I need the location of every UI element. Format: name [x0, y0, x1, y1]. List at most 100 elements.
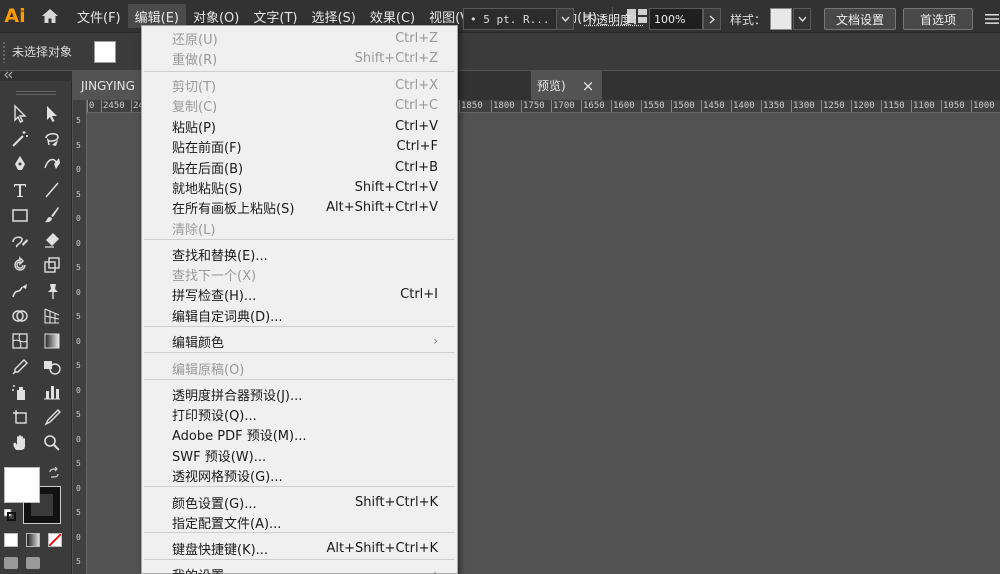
hand-tool[interactable] [4, 430, 36, 455]
opacity-label[interactable]: 不透明度： [584, 11, 644, 28]
default-fill-stroke-icon[interactable] [4, 509, 16, 521]
lasso-tool[interactable] [36, 126, 68, 151]
rectangle-tool[interactable] [4, 202, 36, 227]
pen-tool[interactable] [4, 152, 36, 177]
selection-tool[interactable] [4, 101, 36, 126]
document-setup-button[interactable]: 文档设置 [824, 8, 896, 30]
scale-tool[interactable] [36, 253, 68, 278]
edit-menu-item[interactable]: 贴在后面(B) Ctrl+B [142, 157, 457, 177]
toolbar-grip[interactable] [15, 91, 56, 95]
edit-menu-item[interactable]: 键盘快捷键(K)... Alt+Shift+Ctrl+K [142, 538, 457, 558]
menu-icon [985, 14, 999, 24]
magic-wand-tool[interactable] [4, 126, 36, 151]
edit-menu-item[interactable]: 粘贴(P) Ctrl+V [142, 116, 457, 136]
panel-grip[interactable] [2, 40, 6, 63]
warp-tool[interactable] [4, 278, 36, 303]
edit-menu-item[interactable]: 透明度拼合器预设(J)... [142, 384, 457, 404]
blend-tool[interactable] [36, 354, 68, 379]
edit-menu-item[interactable]: 我的设置 › [142, 564, 457, 574]
edit-menu-item[interactable]: 编辑原稿(O) [142, 358, 457, 378]
edit-menu-item[interactable]: 剪切(T) Ctrl+X [142, 75, 457, 95]
curvature-tool[interactable] [36, 152, 68, 177]
ruler-tick-label: 1750 [521, 100, 545, 112]
ruler-tick-label: 1450 [701, 100, 725, 112]
ruler-tick-label: 5 [76, 557, 81, 566]
edit-menu-item[interactable]: 查找和替换(E)... [142, 244, 457, 264]
edit-menu-item[interactable]: SWF 预设(W)... [142, 445, 457, 465]
menu-item-shortcut: Ctrl+Z [395, 30, 438, 46]
fill-color-box[interactable] [4, 467, 40, 503]
edit-menu-item[interactable]: 查找下一个(X) [142, 264, 457, 284]
ruler-tick-label: 5 [76, 361, 81, 370]
edit-menu-item[interactable]: 就地粘贴(S) Shift+Ctrl+V [142, 177, 457, 197]
type-tool[interactable] [4, 177, 36, 202]
gradient-tool[interactable] [36, 329, 68, 354]
shape-builder-tool[interactable] [4, 303, 36, 328]
paintbrush-tool[interactable] [36, 202, 68, 227]
edit-menu-item[interactable]: 指定配置文件(A)... [142, 512, 457, 532]
vertical-ruler[interactable]: 5 5 0 5 0 0 5 0 5 0 5 0 5 0 5 0 5 0 5 [73, 100, 87, 574]
edit-menu-item[interactable]: 复制(C) Ctrl+C [142, 95, 457, 115]
eyedropper-tool[interactable] [4, 354, 36, 379]
ruler-tick-label: 5 [76, 410, 81, 419]
chevron-right-icon: › [433, 334, 438, 348]
menu-item-label: 编辑原稿(O) [172, 362, 245, 378]
opacity-expand-button[interactable] [703, 8, 721, 30]
slice-tool[interactable] [36, 405, 68, 430]
edit-menu-item[interactable]: 清除(L) [142, 218, 457, 238]
edit-menu-item[interactable]: 还原(U) Ctrl+Z [142, 28, 457, 48]
column-graph-tool[interactable] [36, 379, 68, 404]
home-button[interactable] [30, 0, 70, 32]
toolbar-header[interactable] [0, 71, 72, 81]
fill-stroke-widget [4, 467, 68, 527]
rotate-tool[interactable] [4, 253, 36, 278]
edit-menu-item[interactable]: 透视网格预设(G)... [142, 465, 457, 485]
ruler-tick-label: 1700 [551, 100, 575, 112]
edit-menu-item[interactable]: 打印预设(Q)... [142, 404, 457, 424]
line-segment-tool[interactable] [36, 177, 68, 202]
direct-selection-arrow-icon [47, 105, 57, 122]
ruler-tick-label: 1000 [971, 100, 995, 112]
edit-menu-item[interactable]: 拼写检查(H)... Ctrl+I [142, 284, 457, 304]
draw-normal-button[interactable] [4, 557, 18, 569]
edit-menu-item[interactable]: 贴在前面(F) Ctrl+F [142, 136, 457, 156]
swap-fill-stroke-icon[interactable] [48, 467, 60, 479]
edit-menu-item[interactable]: 颜色设置(G)... Shift+Ctrl+K [142, 492, 457, 512]
symbol-sprayer-tool[interactable] [4, 379, 36, 404]
menu-file[interactable]: 文件(F) [70, 0, 128, 32]
eraser-tool[interactable] [36, 227, 68, 252]
menu-separator [144, 559, 455, 560]
edit-menu-item[interactable]: 重做(R) Shift+Ctrl+Z [142, 48, 457, 68]
gradient-mode-button[interactable] [26, 533, 40, 547]
perspective-grid-tool[interactable] [36, 303, 68, 328]
preferences-button[interactable]: 首选项 [903, 8, 973, 30]
opacity-input[interactable]: 100% [649, 8, 703, 30]
menu-item-label: 键盘快捷键(K)... [172, 542, 269, 558]
menu-item-label: 查找和替换(E)... [172, 248, 268, 264]
direct-selection-tool[interactable] [36, 101, 68, 126]
close-icon[interactable]: × [582, 77, 595, 95]
gradient-icon [44, 333, 60, 349]
pen-icon [15, 156, 25, 171]
edit-menu-dropdown: 还原(U) Ctrl+Z 重做(R) Shift+Ctrl+Z 剪切(T) Ctrl+X 复… [141, 25, 458, 574]
style-dropdown-button[interactable] [793, 8, 811, 30]
artboard-tool[interactable] [4, 405, 36, 430]
document-tab-tail[interactable]: 预览) × [531, 71, 603, 100]
graphic-style-swatch[interactable] [770, 8, 792, 30]
screen-mode-button[interactable] [26, 557, 40, 569]
edit-menu-item[interactable]: 编辑自定词典(D)... [142, 305, 457, 325]
edit-menu-item[interactable]: Adobe PDF 预设(M)... [142, 424, 457, 444]
fill-color-swatch[interactable] [94, 40, 117, 63]
none-mode-button[interactable] [48, 533, 62, 547]
shaper-tool[interactable] [4, 227, 36, 252]
menu-separator [144, 71, 455, 72]
zoom-tool[interactable] [36, 430, 68, 455]
edit-menu-item[interactable]: 在所有画板上粘贴(S) Alt+Shift+Ctrl+V [142, 197, 457, 217]
document-tab[interactable]: JINGYING [73, 71, 147, 100]
edit-menu-item[interactable]: 编辑颜色 › [142, 331, 457, 351]
stroke-dropdown-button[interactable] [556, 8, 574, 30]
color-mode-button[interactable] [4, 533, 18, 547]
puppet-warp-tool[interactable] [36, 278, 68, 303]
mesh-tool[interactable] [4, 329, 36, 354]
more-options-button[interactable] [981, 8, 1000, 30]
